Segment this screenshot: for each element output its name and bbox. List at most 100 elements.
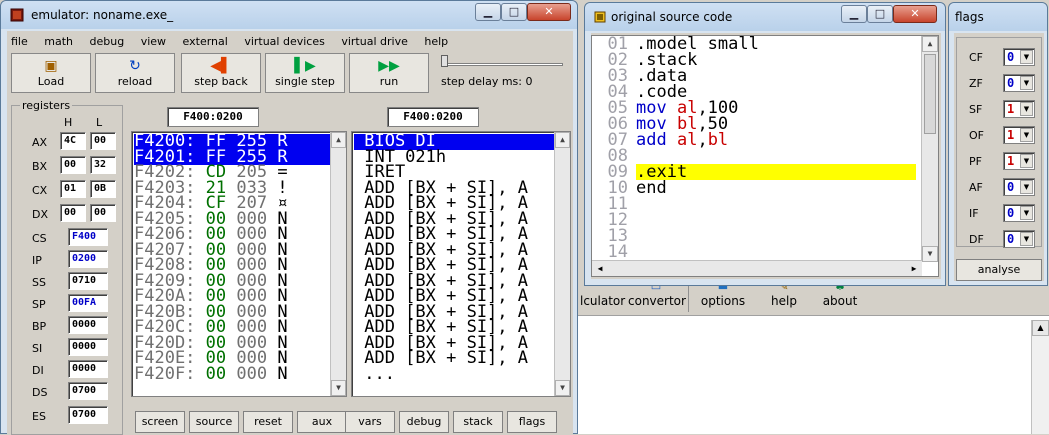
load-button[interactable]: ▣ Load xyxy=(11,53,91,93)
dx-h-field[interactable]: 00 xyxy=(60,204,86,222)
source-button[interactable]: source xyxy=(189,411,239,433)
disasm-row[interactable]: ... xyxy=(354,365,554,383)
scroll-up-icon[interactable]: ▲ xyxy=(1032,320,1049,336)
chevron-down-icon[interactable]: ▼ xyxy=(1020,180,1033,194)
si-label: SI xyxy=(32,342,43,355)
si-field[interactable]: 0000 xyxy=(68,338,108,356)
cx-h-field[interactable]: 01 xyxy=(60,180,86,198)
memory-address-field[interactable]: F400:0200 xyxy=(167,107,259,127)
menu-view[interactable]: view xyxy=(141,35,166,48)
flags-title: flags xyxy=(955,10,984,24)
scroll-down-icon[interactable]: ▼ xyxy=(922,246,938,262)
emulator-titlebar[interactable]: emulator: noname.exe_ ▁ □ ✕ xyxy=(1,1,577,29)
ax-l-field[interactable]: 00 xyxy=(90,132,116,150)
flag-value: 0 xyxy=(1007,232,1015,246)
chevron-down-icon[interactable]: ▼ xyxy=(1020,128,1033,142)
menu-virtual-drive[interactable]: virtual drive xyxy=(341,35,408,48)
close-button[interactable]: ✕ xyxy=(893,5,937,23)
scroll-thumb[interactable] xyxy=(924,54,936,134)
memory-rows: F4200: FF 255 R F4201: FF 255 R F4202: CD … xyxy=(134,133,330,384)
flag-select[interactable]: 0 ▼ xyxy=(1003,178,1035,196)
flags-titlebar[interactable]: flags xyxy=(949,3,1047,31)
flags-button[interactable]: flags xyxy=(507,411,557,433)
scroll-up-icon[interactable]: ▲ xyxy=(922,36,938,52)
flag-select[interactable]: 0 ▼ xyxy=(1003,48,1035,66)
memory-row-hex: 00 xyxy=(205,363,227,384)
flag-select[interactable]: 1 ▼ xyxy=(1003,100,1035,118)
source-title: original source code xyxy=(611,10,733,24)
sp-label: SP xyxy=(32,298,46,311)
scroll-up-icon[interactable]: ▲ xyxy=(555,132,570,148)
menu-file[interactable]: file xyxy=(11,35,28,48)
bp-field[interactable]: 0000 xyxy=(68,316,108,334)
menu-help[interactable]: help xyxy=(424,35,448,48)
scroll-right-icon[interactable]: ▶ xyxy=(906,261,922,276)
scroll-down-icon[interactable]: ▼ xyxy=(555,380,570,396)
chevron-down-icon[interactable]: ▼ xyxy=(1020,102,1033,116)
aux-button[interactable]: aux xyxy=(297,411,347,433)
flag-select[interactable]: 1 ▼ xyxy=(1003,152,1035,170)
menu-external[interactable]: external xyxy=(183,35,228,48)
flag-value: 0 xyxy=(1007,206,1015,220)
step-back-button[interactable]: ◀▌ step back xyxy=(181,53,261,93)
run-button[interactable]: ▶▶ run xyxy=(349,53,429,93)
maximize-button[interactable]: □ xyxy=(501,3,527,21)
bx-l-field[interactable]: 32 xyxy=(90,156,116,174)
source-vscrollbar[interactable]: ▲ ▼ xyxy=(921,36,938,262)
bx-h-field[interactable]: 00 xyxy=(60,156,86,174)
disasm-scrollbar[interactable]: ▲ ▼ xyxy=(554,132,570,396)
memory-scrollbar[interactable]: ▲ ▼ xyxy=(330,132,346,396)
ss-field[interactable]: 0710 xyxy=(68,272,108,290)
scroll-left-icon[interactable]: ◀ xyxy=(592,261,608,276)
memory-list[interactable]: F4200: FF 255 R F4201: FF 255 R F4202: CD … xyxy=(131,131,347,397)
stack-button[interactable]: stack xyxy=(453,411,503,433)
ip-field[interactable]: 0200 xyxy=(68,250,108,268)
source-code-editor[interactable]: 01 02 03 04 05 06 07 08 09 10 11 12 13 14 .model smal… xyxy=(591,35,939,277)
minimize-button[interactable]: ▁ xyxy=(841,5,867,23)
screen-button[interactable]: screen xyxy=(135,411,185,433)
editor-scrollbar[interactable]: ▲ xyxy=(1031,320,1049,434)
dx-label: DX xyxy=(32,208,49,221)
ds-field[interactable]: 0700 xyxy=(68,382,108,400)
flag-select[interactable]: 1 ▼ xyxy=(1003,126,1035,144)
disassembly-list[interactable]: BIOS DI INT 021h IRET ADD [BX + SI], A A… xyxy=(351,131,571,397)
flag-row: ZF 0 ▼ xyxy=(957,74,1041,94)
menu-virtual-devices[interactable]: virtual devices xyxy=(244,35,325,48)
emulator-menubar: file math debug view external virtual de… xyxy=(11,35,461,51)
close-button[interactable]: ✕ xyxy=(527,3,571,21)
memory-row[interactable]: F420F: 00 000 N xyxy=(134,363,330,384)
analyse-button[interactable]: analyse xyxy=(956,259,1042,281)
minimize-button[interactable]: ▁ xyxy=(475,3,501,21)
chevron-down-icon[interactable]: ▼ xyxy=(1020,50,1033,64)
step-delay-slider[interactable] xyxy=(439,55,567,69)
single-step-button[interactable]: ▌▶ single step xyxy=(265,53,345,93)
scroll-up-icon[interactable]: ▲ xyxy=(331,132,346,148)
cx-l-field[interactable]: 0B xyxy=(90,180,116,198)
chevron-down-icon[interactable]: ▼ xyxy=(1020,154,1033,168)
flag-value: 0 xyxy=(1007,76,1015,90)
source-hscrollbar[interactable]: ◀ ▶ xyxy=(592,260,922,276)
disasm-address-field[interactable]: F400:0200 xyxy=(387,107,479,127)
es-field[interactable]: 0700 xyxy=(68,406,108,424)
reset-button[interactable]: reset xyxy=(243,411,293,433)
debug-button[interactable]: debug xyxy=(399,411,449,433)
maximize-button[interactable]: □ xyxy=(867,5,893,23)
scroll-down-icon[interactable]: ▼ xyxy=(331,380,346,396)
flag-select[interactable]: 0 ▼ xyxy=(1003,230,1035,248)
flag-row: IF 0 ▼ xyxy=(957,204,1041,224)
source-titlebar[interactable]: original source code ▁ □ ✕ xyxy=(585,3,945,31)
sp-field[interactable]: 00FA xyxy=(68,294,108,312)
vars-button[interactable]: vars xyxy=(345,411,395,433)
menu-debug[interactable]: debug xyxy=(90,35,125,48)
chevron-down-icon[interactable]: ▼ xyxy=(1020,206,1033,220)
dx-l-field[interactable]: 00 xyxy=(90,204,116,222)
reload-button[interactable]: ↻ reload xyxy=(95,53,175,93)
flag-select[interactable]: 0 ▼ xyxy=(1003,74,1035,92)
ax-h-field[interactable]: 4C xyxy=(60,132,86,150)
chevron-down-icon[interactable]: ▼ xyxy=(1020,232,1033,246)
flag-select[interactable]: 0 ▼ xyxy=(1003,204,1035,222)
menu-math[interactable]: math xyxy=(44,35,73,48)
chevron-down-icon[interactable]: ▼ xyxy=(1020,76,1033,90)
cs-field[interactable]: F400 xyxy=(68,228,108,246)
di-field[interactable]: 0000 xyxy=(68,360,108,378)
